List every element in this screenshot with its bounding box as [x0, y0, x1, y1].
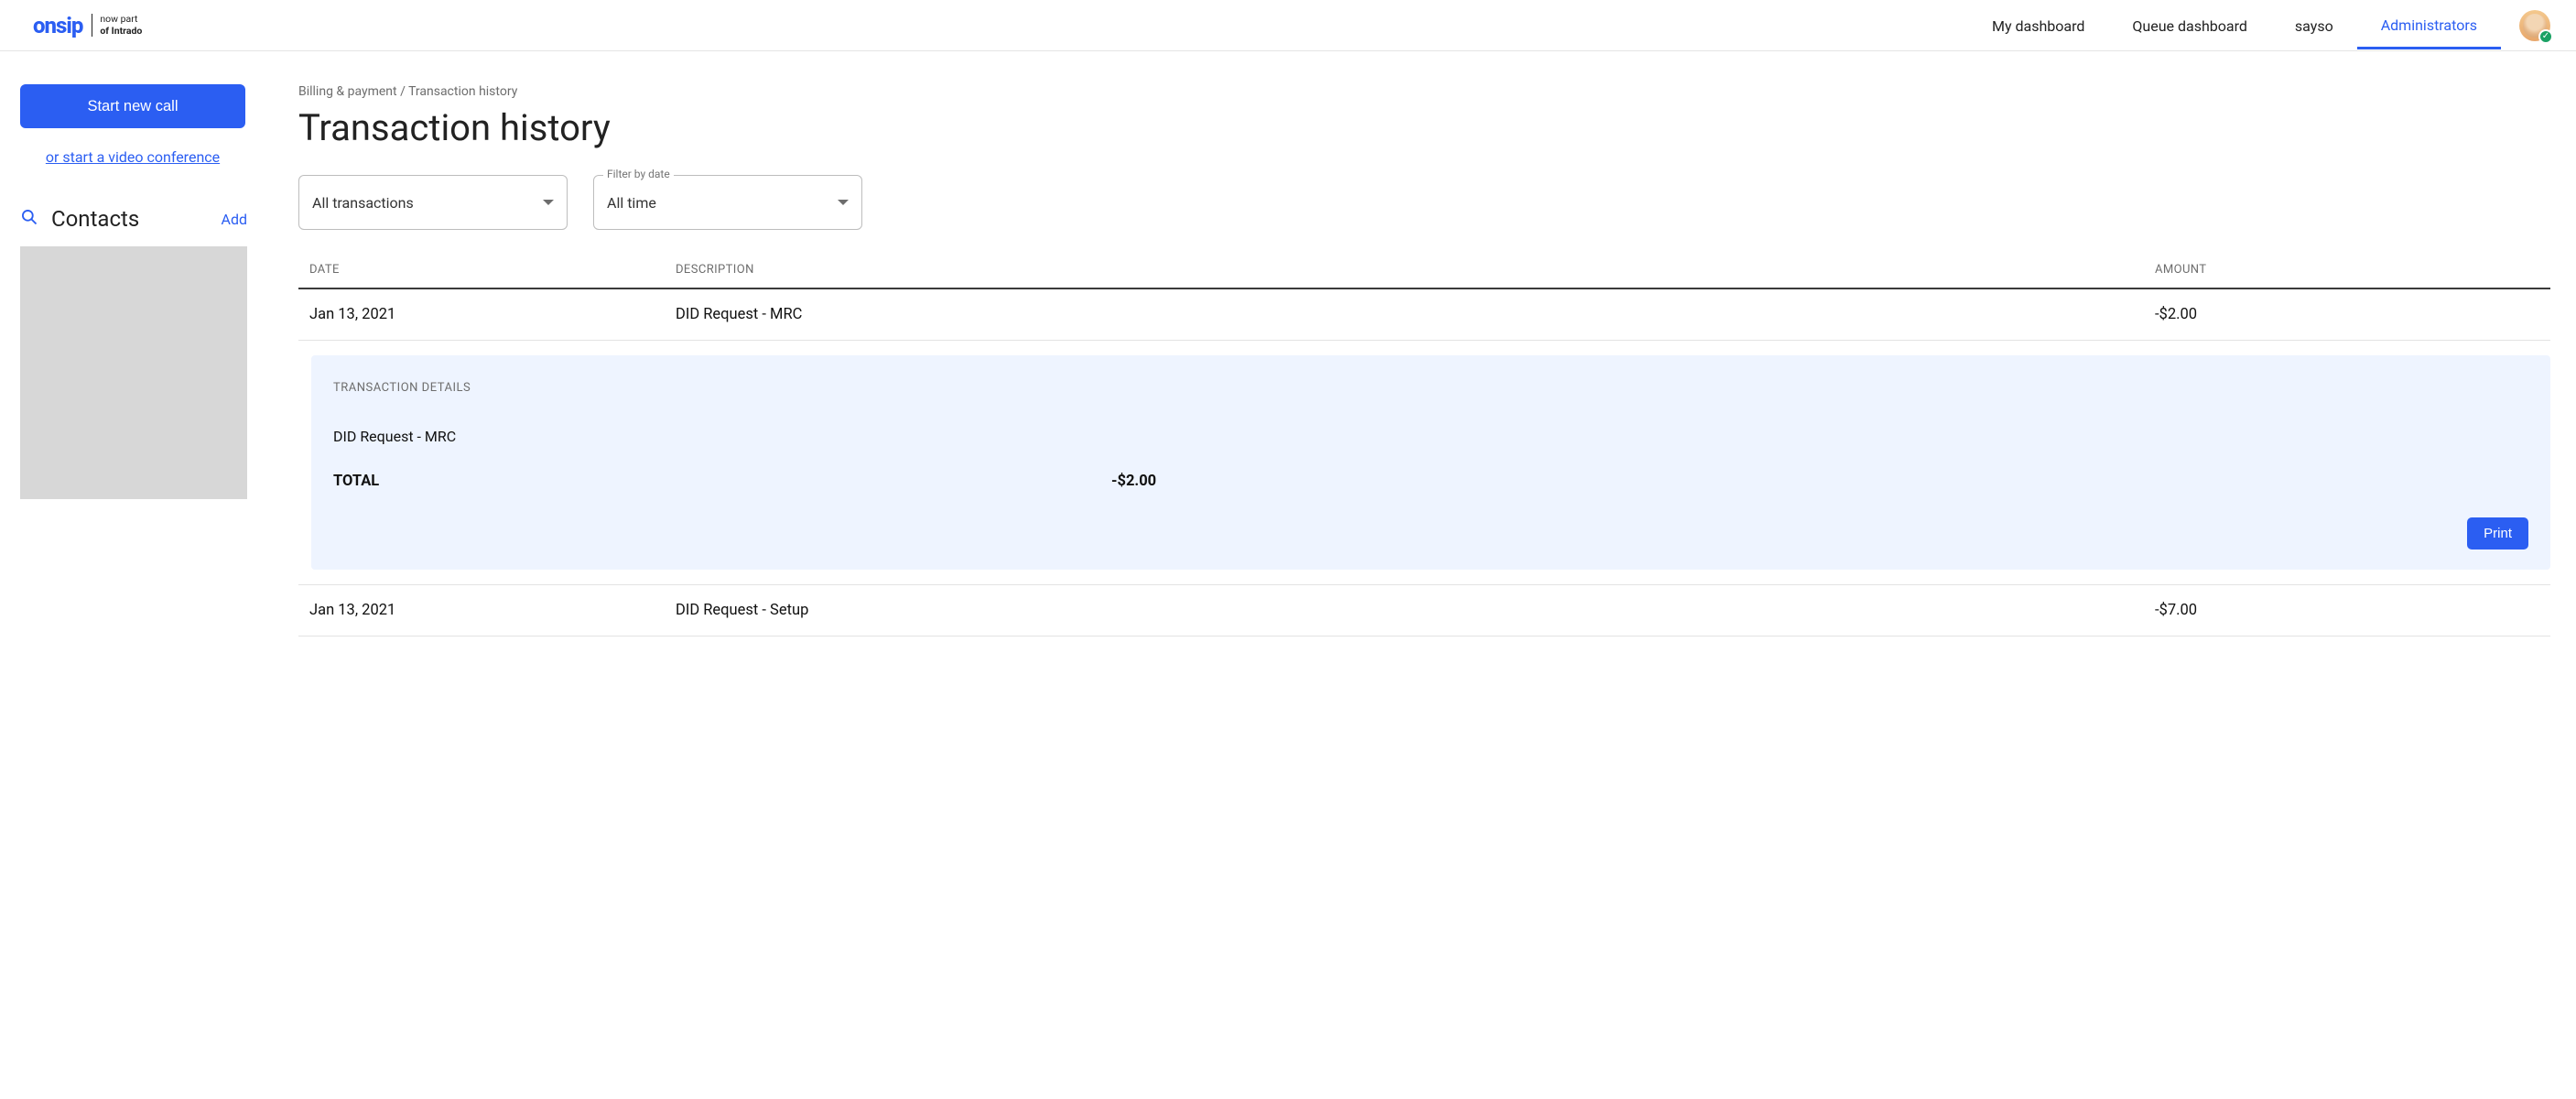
cell-description: DID Request - Setup	[676, 602, 2155, 619]
nav-my-dashboard[interactable]: My dashboard	[1968, 3, 2108, 48]
avatar[interactable]: ✓	[2519, 10, 2550, 41]
filter-by-date-value: All time	[607, 194, 656, 212]
brand: onsip now part of Intrado	[33, 13, 142, 38]
cell-description: DID Request - MRC	[676, 306, 2155, 323]
search-icon[interactable]	[20, 208, 38, 230]
th-date: DATE	[309, 263, 676, 277]
filter-by-date-select[interactable]: Filter by date All time	[593, 175, 862, 230]
start-new-call-button[interactable]: Start new call	[20, 84, 245, 128]
contacts-title: Contacts	[51, 206, 139, 232]
details-title: TRANSACTION DETAILS	[333, 381, 2528, 395]
th-amount: AMOUNT	[2155, 263, 2539, 277]
contacts-list-placeholder	[20, 246, 247, 499]
add-contact-link[interactable]: Add	[222, 211, 247, 228]
breadcrumb-part2[interactable]: Transaction history	[408, 84, 517, 99]
breadcrumb: Billing & payment / Transaction history	[298, 84, 2550, 99]
table-row[interactable]: Jan 13, 2021 DID Request - Setup -$7.00	[298, 585, 2550, 637]
main-content: Billing & payment / Transaction history …	[267, 84, 2558, 637]
table-header-row: DATE DESCRIPTION AMOUNT	[298, 252, 2550, 289]
online-badge-icon: ✓	[2538, 29, 2553, 44]
breadcrumb-sep: /	[397, 84, 408, 99]
details-total-value: -$2.00	[1111, 473, 1156, 490]
cell-date: Jan 13, 2021	[309, 306, 676, 323]
brand-subtitle: now part of Intrado	[92, 14, 142, 37]
brand-logo[interactable]: onsip	[33, 13, 82, 38]
nav-administrators[interactable]: Administrators	[2357, 2, 2501, 49]
transaction-type-value: All transactions	[312, 194, 414, 212]
table-row[interactable]: Jan 13, 2021 DID Request - MRC -$2.00	[298, 289, 2550, 341]
cell-amount: -$7.00	[2155, 602, 2539, 619]
filter-by-date-label: Filter by date	[603, 168, 674, 180]
start-video-conference-link[interactable]: or start a video conference	[20, 148, 245, 166]
chevron-down-icon	[543, 200, 554, 205]
details-total-row: TOTAL -$2.00	[333, 473, 2528, 490]
sidebar: Start new call or start a video conferen…	[18, 84, 267, 499]
transaction-details-panel: TRANSACTION DETAILS DID Request - MRC TO…	[311, 355, 2550, 570]
th-description: DESCRIPTION	[676, 263, 2155, 277]
page-title: Transaction history	[298, 106, 2550, 149]
transactions-table: DATE DESCRIPTION AMOUNT Jan 13, 2021 DID…	[298, 252, 2550, 637]
brand-sub-line2: of Intrado	[100, 26, 142, 38]
details-line: DID Request - MRC	[333, 428, 2528, 445]
brand-sub-line1: now part	[100, 14, 142, 26]
nav-queue-dashboard[interactable]: Queue dashboard	[2108, 3, 2271, 48]
details-total-label: TOTAL	[333, 473, 1111, 490]
cell-date: Jan 13, 2021	[309, 602, 676, 619]
transaction-type-select[interactable]: All transactions	[298, 175, 568, 230]
nav-sayso[interactable]: sayso	[2271, 3, 2357, 48]
filters-row: All transactions Filter by date All time	[298, 175, 2550, 230]
chevron-down-icon	[838, 200, 849, 205]
primary-nav: My dashboard Queue dashboard sayso Admin…	[1968, 2, 2550, 49]
cell-amount: -$2.00	[2155, 306, 2539, 323]
breadcrumb-part1[interactable]: Billing & payment	[298, 84, 397, 99]
app-header: onsip now part of Intrado My dashboard Q…	[0, 0, 2576, 51]
print-button[interactable]: Print	[2467, 517, 2528, 550]
